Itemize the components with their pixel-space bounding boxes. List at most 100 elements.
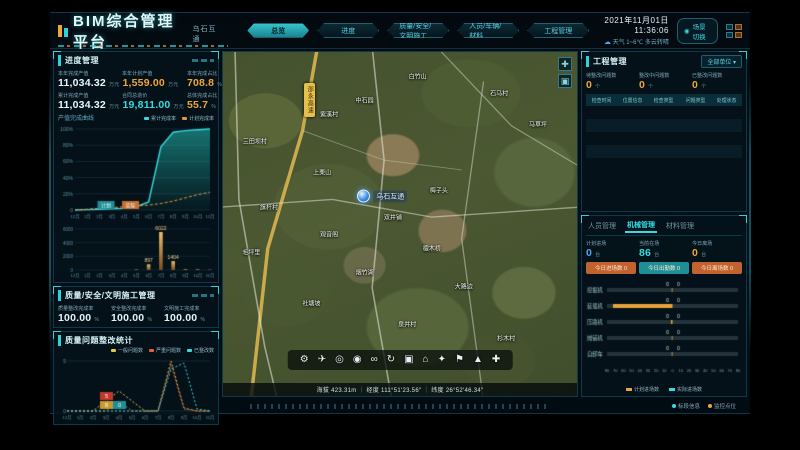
stat-item: 待整改问题数 0 个 xyxy=(586,71,636,91)
view-grid-icon[interactable] xyxy=(726,24,733,30)
stat-value: 0 个 xyxy=(639,79,689,91)
section-title-progress: 进度管理 xyxy=(58,55,99,66)
map-place-label: 泉井村 xyxy=(398,319,416,328)
map-place-label: 梅子头 xyxy=(430,185,448,194)
map-place-label: 马草坪 xyxy=(529,120,547,129)
stat-number: 0 xyxy=(586,247,592,259)
legend-label: 累计完成率 xyxy=(151,115,176,122)
legend-item: 严重问题数 xyxy=(149,347,181,354)
scene-switch-label: 场景切换 xyxy=(693,21,711,41)
legend-item: 实际进场数 xyxy=(669,386,702,393)
map-layers-button[interactable]: ▣ xyxy=(558,74,572,88)
nav-tab[interactable]: 进度 xyxy=(317,23,379,38)
stat-label: 已整改问题数 xyxy=(692,71,738,78)
legend-item: 已整改数 xyxy=(187,347,214,354)
output-curve-chart[interactable] xyxy=(58,123,214,221)
stat-unit: 万元 xyxy=(109,104,119,110)
stat-unit: 个 xyxy=(595,84,600,90)
link-icon[interactable]: ∞ xyxy=(371,355,378,365)
cloud-icon: ☁ xyxy=(604,39,611,46)
legend-item: 累计完成率 xyxy=(144,115,176,122)
table-row[interactable] xyxy=(586,119,742,132)
scene-switch-button[interactable]: ◉ 场景切换 xyxy=(677,18,718,44)
stat-number: 0 xyxy=(639,79,645,91)
legend-dot xyxy=(149,349,154,352)
nav-tab[interactable]: 总览 xyxy=(247,23,309,38)
stat-label: 计划进场 xyxy=(586,239,632,246)
map-place-label: 旗杆村 xyxy=(260,202,278,211)
status-badge[interactable]: 今日进场数 0 xyxy=(586,262,636,274)
nav-tabs: 总览 进度 质量/安全/文明施工 人员/车辆/材料 工程管理 xyxy=(247,23,589,38)
stat-item: 安全整改完成率 100.00 % xyxy=(111,304,161,324)
monthly-output-chart[interactable] xyxy=(58,221,214,279)
stat-value: 0 台 xyxy=(692,247,742,259)
stat-number: 11,034.32 xyxy=(58,99,106,111)
stat-number: 0 xyxy=(586,79,592,91)
legend-dot xyxy=(111,349,116,352)
header-decoration xyxy=(192,294,214,297)
quality-stats: 质量整改完成率 100.00 % 安全整改完成率 100.00 % xyxy=(58,304,214,324)
resource-tab[interactable]: 机械管理 xyxy=(625,219,657,233)
logo xyxy=(58,25,68,37)
stat-unit: 台 xyxy=(701,252,706,258)
header-right: 2021年11月01日 11:36:06 ☁ 天气 1~6℃ 多云转晴 ◉ 场景… xyxy=(589,15,742,46)
eye-icon[interactable]: ◎ xyxy=(335,355,344,365)
stat-label: 本年计划产值 xyxy=(122,69,179,76)
machine-bars-chart[interactable] xyxy=(586,277,742,385)
map-zoom-button[interactable]: ✚ xyxy=(558,57,572,71)
marker-pin-icon[interactable] xyxy=(357,190,370,203)
nav-tab[interactable]: 工程管理 xyxy=(527,23,589,38)
stat-label: 合同总造价 xyxy=(122,91,179,98)
layers-icon[interactable]: ▣ xyxy=(404,355,413,365)
measure-icon[interactable]: ✚ xyxy=(492,355,500,365)
stat-value: 100.00 % xyxy=(111,312,161,324)
building-icon[interactable]: ⌂ xyxy=(423,355,429,365)
camera-icon[interactable]: ◉ xyxy=(353,355,362,365)
unit-filter-dropdown[interactable]: 全部单位 ▾ xyxy=(701,55,742,68)
table-row[interactable] xyxy=(586,106,742,119)
legend-dot xyxy=(669,388,675,391)
status-badge[interactable]: 今日出勤数 0 xyxy=(639,262,689,274)
footer-legend: 标段信息 监控点位 xyxy=(672,402,736,410)
resource-tab[interactable]: 人员管理 xyxy=(586,220,618,232)
stat-number: 55.7 xyxy=(187,99,208,111)
status-badge[interactable]: 今日离场数 0 xyxy=(692,262,742,274)
table-row[interactable] xyxy=(586,145,742,158)
issue-table: 检查时间位置信息检查类型问题类型处理状态 xyxy=(586,94,742,158)
stat-unit: % xyxy=(211,104,216,110)
stat-item: 质量整改完成率 100.00 % xyxy=(58,304,108,324)
quick-view-buttons[interactable] xyxy=(726,24,742,38)
map-place-label: 社塘坡 xyxy=(302,299,320,308)
table-column-header: 检查类型 xyxy=(650,95,678,106)
map[interactable]: 三田坝村 紫溪村 白竹山 中石园 石马村 马草坪 梅子头 上栗山 旗杆村 xyxy=(222,51,578,397)
content: 进度管理 本年完成产值 11,034.32 万元 xyxy=(50,49,750,399)
stat-unit: 台 xyxy=(654,252,659,258)
gear-icon[interactable]: ⚙ xyxy=(300,355,309,365)
map-place-label: 檀木桥 xyxy=(423,244,441,253)
view-panel-icon[interactable] xyxy=(735,32,742,38)
terrain-icon[interactable]: ▲ xyxy=(473,355,483,365)
view-layers-icon[interactable] xyxy=(735,24,742,30)
light-icon[interactable]: ✦ xyxy=(438,355,446,365)
flag-icon[interactable]: ⚑ xyxy=(455,355,464,365)
map-toolbar: ⚙ ✈ ◎ ◉ ∞ ↻ ▣ ⌂ ✦ ⚑ xyxy=(288,350,513,370)
nav-tab[interactable]: 人员/车辆/材料 xyxy=(457,23,519,38)
stat-value: 55.7 % xyxy=(187,99,222,111)
project-marker[interactable]: 乌石互通 xyxy=(357,190,407,203)
resource-tab[interactable]: 材料管理 xyxy=(664,220,696,232)
nav-tab[interactable]: 质量/安全/文明施工 xyxy=(387,23,449,38)
stat-item: 今日离场 0 台 xyxy=(692,239,742,259)
stat-number: 0 xyxy=(692,247,698,259)
rotate-icon[interactable]: ↻ xyxy=(387,355,395,365)
header: BIM综合管理平台 乌石互通 总览 进度 质量/安全/文明施工 人员/车辆/材料… xyxy=(50,13,750,49)
stat-item: 本年完成产值 11,034.32 万元 xyxy=(58,69,119,89)
view-list-icon[interactable] xyxy=(726,32,733,38)
stat-number: 0 xyxy=(692,79,698,91)
latitude-readout: 纬度 26°52′46.34″ xyxy=(431,385,483,394)
stat-label: 文明施工完成率 xyxy=(164,304,210,311)
stat-number: 19,811.00 xyxy=(122,99,170,111)
stat-value: 86 台 xyxy=(639,247,689,259)
drone-icon[interactable]: ✈ xyxy=(318,355,326,365)
table-row[interactable] xyxy=(586,132,742,145)
stat-item: 当前在场 86 台 xyxy=(639,239,689,259)
